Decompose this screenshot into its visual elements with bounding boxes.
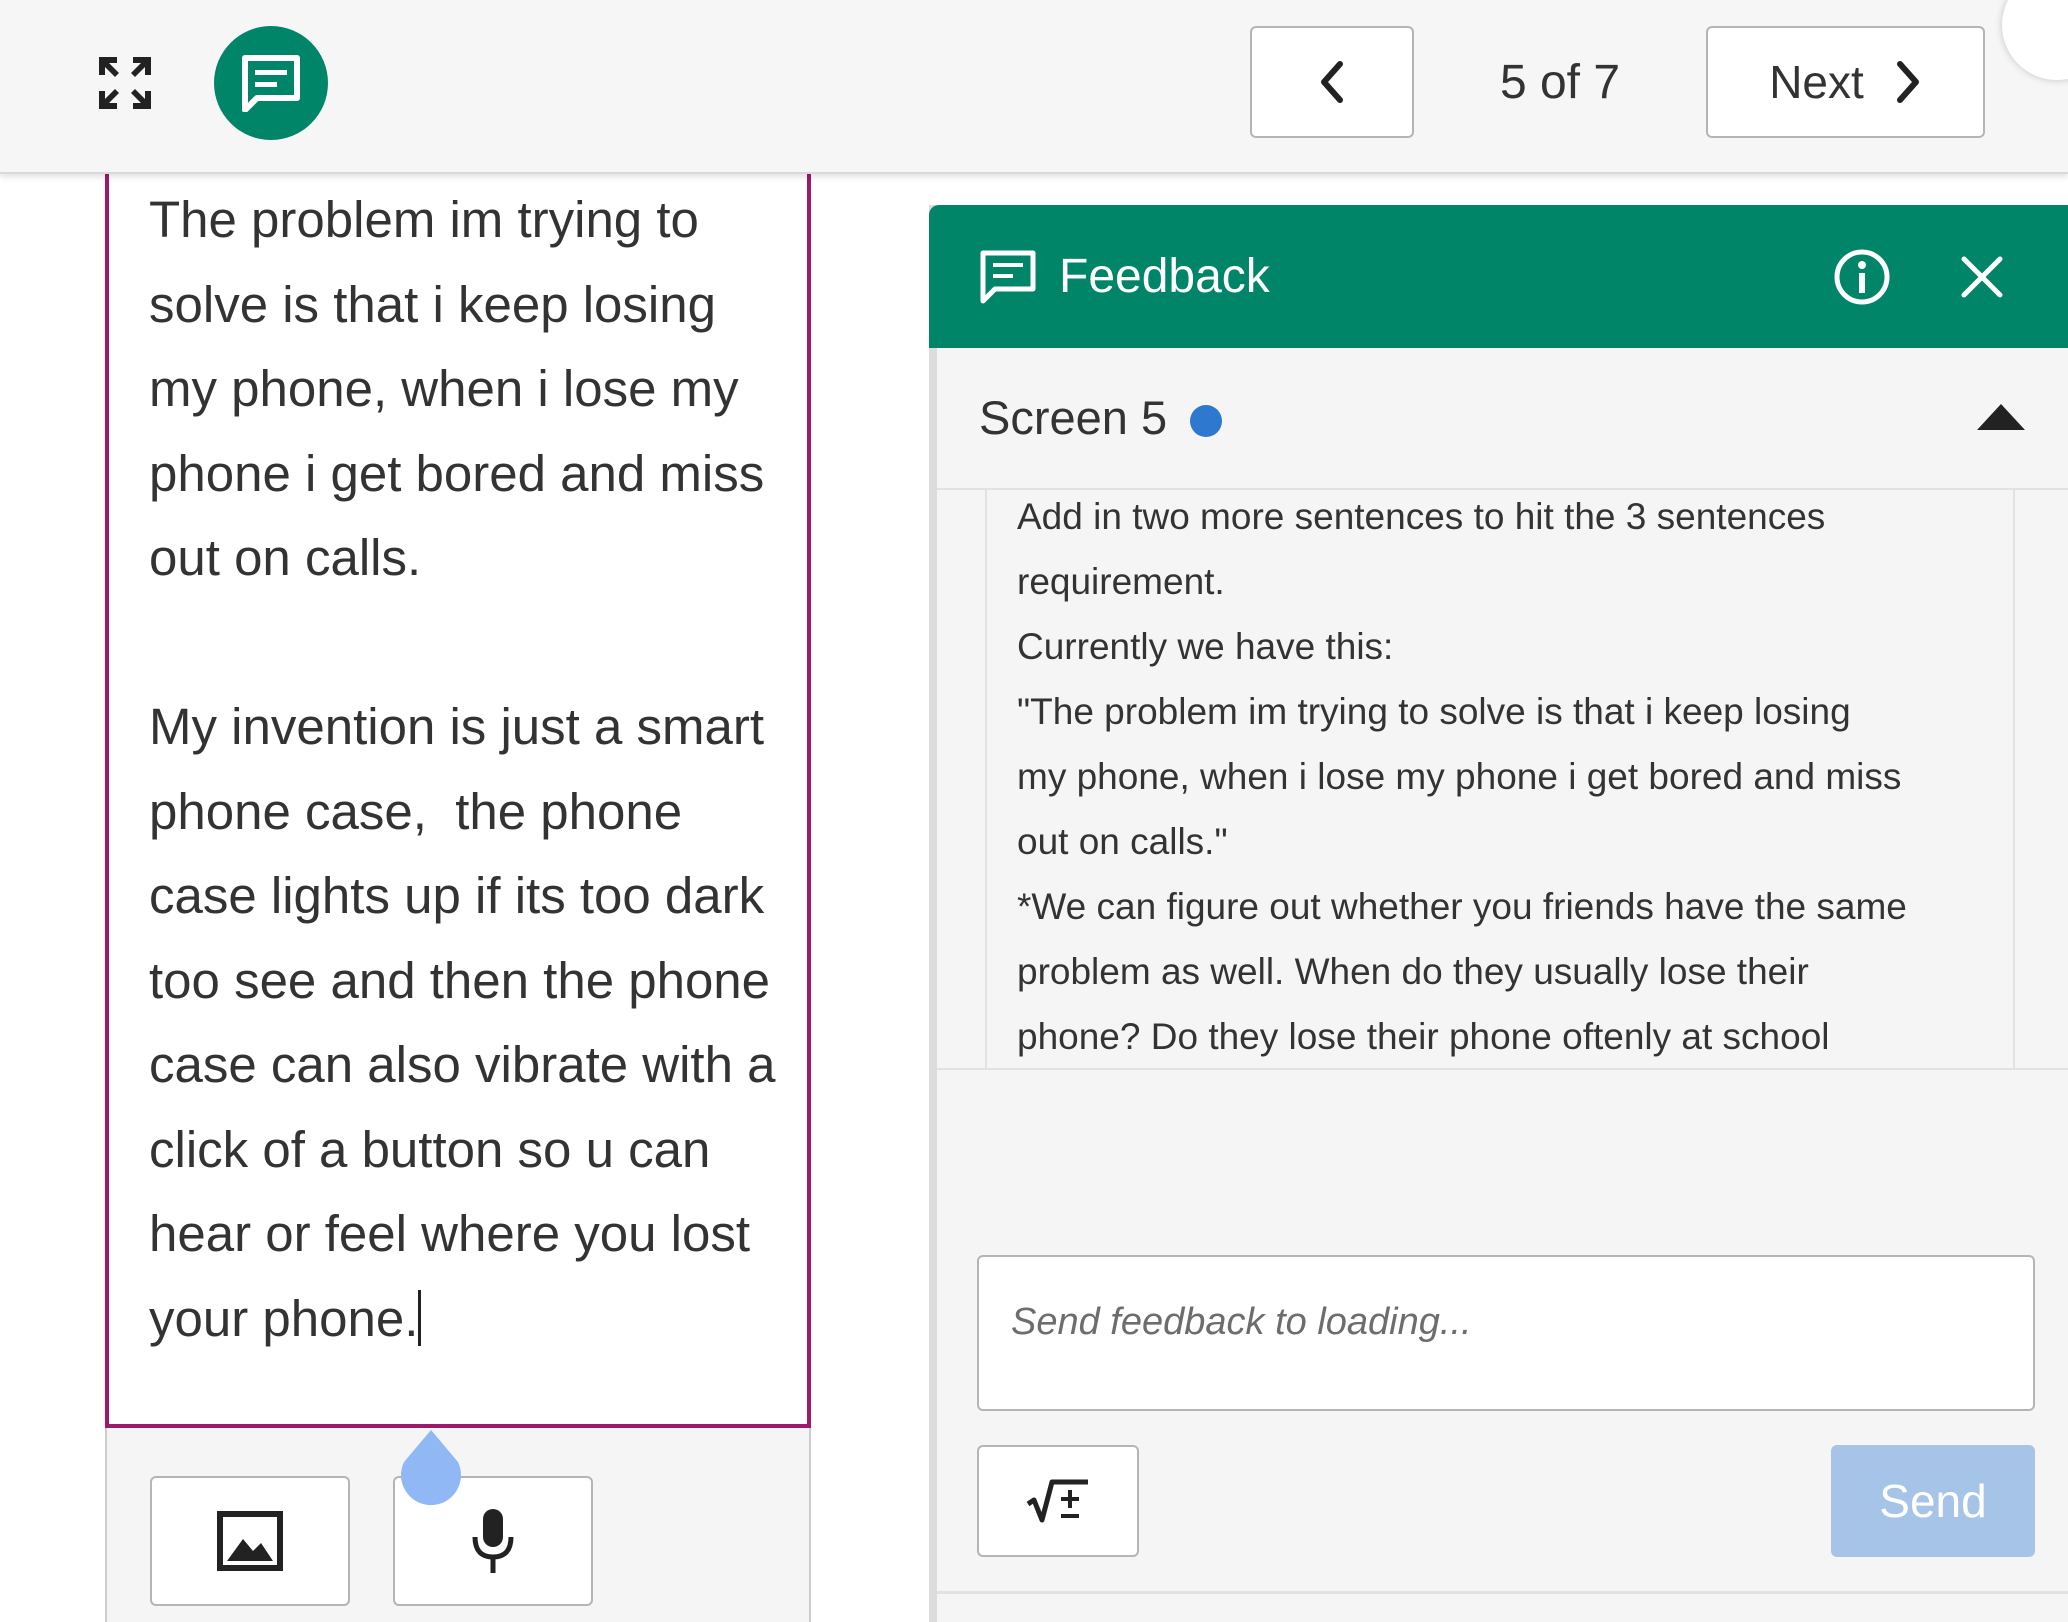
previous-button[interactable] — [1250, 26, 1414, 138]
close-panel-button[interactable] — [1952, 247, 2012, 307]
feedback-panel-header: Feedback — [929, 205, 2068, 348]
response-text[interactable]: The problem im trying to solve is that i… — [149, 178, 779, 1361]
feedback-message-line: *We can figure out whether you friends h… — [1017, 886, 1907, 927]
page-counter: 5 of 7 — [1499, 55, 1621, 109]
text-cursor — [418, 1289, 422, 1346]
selection-handle-icon — [401, 1430, 461, 1506]
feedback-panel-title: Feedback — [1059, 250, 1270, 303]
feedback-message-line: phone? Do they lose their phone oftenly … — [1017, 1016, 1830, 1057]
info-icon — [1834, 249, 1890, 305]
close-icon — [1961, 256, 2003, 298]
response-paragraph-1: The problem im trying to solve is that i… — [149, 191, 779, 586]
feedback-message-line: my phone, when i lose my phone i get bor… — [1017, 756, 1902, 797]
microphone-icon — [472, 1509, 514, 1573]
divider — [937, 1068, 2068, 1070]
chevron-right-icon — [1896, 61, 1919, 103]
feedback-message-line: Currently we have this: — [1017, 626, 1394, 667]
info-button[interactable] — [1832, 247, 1892, 307]
feedback-message: Add in two more sentences to hit the 3 s… — [985, 490, 2015, 1068]
feedback-message-line: out on calls." — [1017, 821, 1228, 862]
unread-status-dot — [1190, 405, 1222, 437]
divider — [937, 1591, 2068, 1594]
next-button-label: Next — [1769, 56, 1864, 108]
math-symbols-icon — [1026, 1479, 1088, 1523]
top-toolbar: 5 of 7 Next — [0, 0, 2068, 174]
expand-icon[interactable] — [92, 50, 158, 116]
feedback-message-line: problem as well. When do they usually lo… — [1017, 951, 1809, 992]
response-editor[interactable]: The problem im trying to solve is that i… — [105, 150, 811, 1428]
feedback-message-line: Add in two more sentences to hit the 3 s… — [1017, 496, 1826, 537]
expand-arrows-icon — [99, 57, 151, 109]
feedback-message-text: Add in two more sentences to hit the 3 s… — [1017, 490, 1997, 1068]
feedback-message-line: "The problem im trying to solve is that … — [1017, 691, 1851, 732]
feedback-toggle-button[interactable] — [214, 26, 328, 140]
feedback-panel: Feedback Screen 5 Add in two more senten… — [929, 205, 2068, 1622]
screen-section-toggle[interactable]: Screen 5 — [937, 348, 2068, 490]
chat-feedback-icon — [980, 250, 1036, 304]
chat-feedback-icon — [242, 55, 300, 112]
caret-up-icon — [1977, 404, 2025, 430]
next-button[interactable]: Next — [1706, 26, 1985, 138]
screen-label: Screen 5 — [979, 391, 1168, 444]
text-selection-handle[interactable] — [398, 1428, 464, 1506]
image-icon — [217, 1511, 283, 1571]
feedback-message-line: requirement. — [1017, 561, 1225, 602]
chevron-left-icon — [1321, 61, 1343, 103]
send-button[interactable]: Send — [1831, 1445, 2035, 1557]
feedback-input[interactable]: Send feedback to loading... — [977, 1255, 2035, 1411]
math-keyboard-button[interactable] — [977, 1445, 1139, 1557]
response-paragraph-2: My invention is just a smart phone case,… — [149, 698, 790, 1347]
corner-close-button[interactable] — [2002, 0, 2068, 80]
insert-image-button[interactable] — [150, 1476, 350, 1606]
